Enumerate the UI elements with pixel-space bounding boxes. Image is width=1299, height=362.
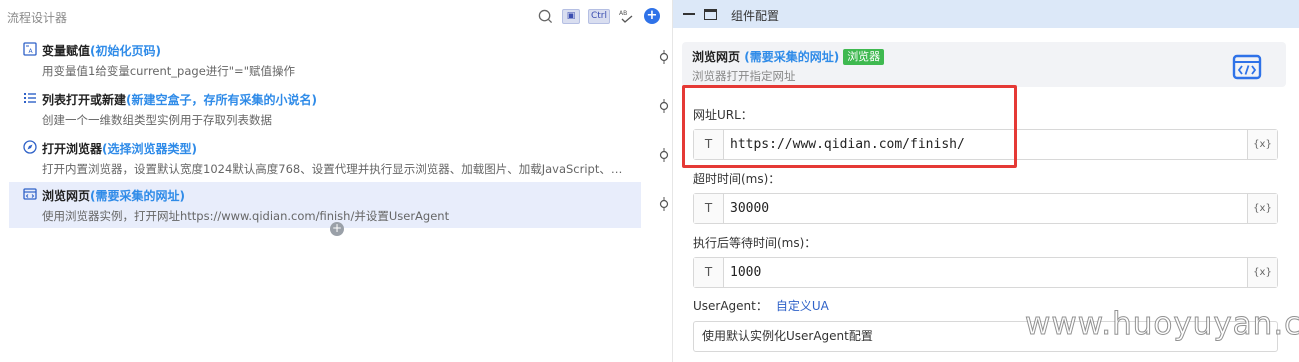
ctrl-shortcut-button[interactable]: Ctrl (588, 8, 610, 24)
component-title: 浏览网页 (需要采集的网址) 浏览器 (692, 48, 885, 65)
step-title: 列表打开或新建(新建空盒子，存所有采集的小说名) (42, 93, 317, 107)
flow-designer-title: 流程设计器 (7, 11, 68, 25)
variable-insert-button[interactable]: {x} (1247, 194, 1277, 223)
step-title: 浏览网页(需要采集的网址) (42, 189, 185, 203)
browser-badge: 浏览器 (843, 49, 885, 65)
url-label: 网址URL： (693, 108, 753, 122)
step-title: 打开浏览器(选择浏览器类型) (42, 142, 197, 156)
step-description: 打开内置浏览器，设置默认宽度1024默认高度768、设置代理并执行显示浏览器、加… (42, 162, 623, 176)
insert-step-icon[interactable]: + (330, 222, 344, 236)
step-connector-icon[interactable] (657, 50, 671, 64)
spell-check-icon[interactable]: AB (618, 7, 636, 25)
search-icon[interactable] (536, 7, 554, 25)
step-title: 变量赋值(初始化页码) (42, 44, 161, 58)
frame-select-icon[interactable]: ▣ (562, 8, 580, 24)
url-field[interactable]: T https://www.qidian.com/finish/ {x} (693, 129, 1278, 160)
wait-after-input[interactable]: 1000 (730, 258, 761, 287)
custom-ua-link[interactable]: 自定义UA (776, 299, 829, 313)
text-type-toggle[interactable]: T (694, 130, 724, 159)
wait-after-label: 执行后等待时间(ms)： (693, 236, 817, 250)
svg-text:AB: AB (619, 10, 627, 17)
timeout-label: 超时时间(ms)： (693, 172, 781, 186)
step-connector-icon[interactable] (657, 197, 671, 211)
user-agent-label: UserAgent： 自定义UA (693, 299, 829, 313)
variable-insert-button[interactable]: {x} (1247, 130, 1277, 159)
step-connector-icon[interactable] (657, 148, 671, 162)
add-step-icon[interactable]: + (644, 8, 660, 24)
url-input[interactable]: https://www.qidian.com/finish/ (730, 130, 965, 159)
compass-icon (23, 140, 37, 154)
step-connector-icon[interactable] (657, 99, 671, 113)
component-info-card: 浏览网页 (需要采集的网址) 浏览器 浏览器打开指定网址 (682, 42, 1286, 87)
timeout-input[interactable]: 30000 (730, 194, 769, 223)
flow-step-browse-page[interactable]: 浏览网页(需要采集的网址) 使用浏览器实例，打开网址https://www.qi… (9, 182, 641, 228)
minimize-icon[interactable] (683, 13, 695, 15)
list-icon (23, 91, 37, 105)
flow-designer-toolbar: ▣ Ctrl AB + (536, 7, 660, 25)
flow-designer-panel: 流程设计器 ▣ Ctrl AB + A 变量赋值(初始化页码) 用变量值1给变量… (0, 0, 672, 362)
flow-step-variable-assign[interactable]: A 变量赋值(初始化页码) 用变量值1给变量current_page进行"="赋… (9, 37, 641, 83)
timeout-field[interactable]: T 30000 {x} (693, 193, 1278, 224)
browser-window-icon (23, 187, 37, 201)
window-restore-icon[interactable] (704, 9, 717, 20)
browser-code-icon (1232, 54, 1262, 80)
text-type-toggle[interactable]: T (694, 194, 724, 223)
watermark-text: www.huoyuyan.com (1024, 306, 1299, 343)
flow-step-open-browser[interactable]: 打开浏览器(选择浏览器类型) 打开内置浏览器，设置默认宽度1024默认高度768… (9, 135, 641, 181)
variable-insert-button[interactable]: {x} (1247, 258, 1277, 287)
text-type-toggle[interactable]: T (694, 258, 724, 287)
user-agent-selected-value: 使用默认实例化UserAgent配置 (702, 329, 873, 343)
step-description: 创建一个一维数组类型实例用于存取列表数据 (42, 113, 272, 127)
variable-assign-icon: A (23, 42, 37, 56)
component-config-title: 组件配置 (731, 9, 780, 23)
flow-designer-header: 流程设计器 ▣ Ctrl AB + (0, 0, 672, 34)
svg-text:A: A (29, 48, 34, 55)
flow-step-list-open-create[interactable]: 列表打开或新建(新建空盒子，存所有采集的小说名) 创建一个一维数组类型实例用于存… (9, 86, 641, 132)
component-config-header: 组件配置 (673, 0, 1299, 28)
wait-after-field[interactable]: T 1000 {x} (693, 257, 1278, 288)
step-description: 用变量值1给变量current_page进行"="赋值操作 (42, 64, 295, 78)
component-description: 浏览器打开指定网址 (692, 69, 796, 83)
